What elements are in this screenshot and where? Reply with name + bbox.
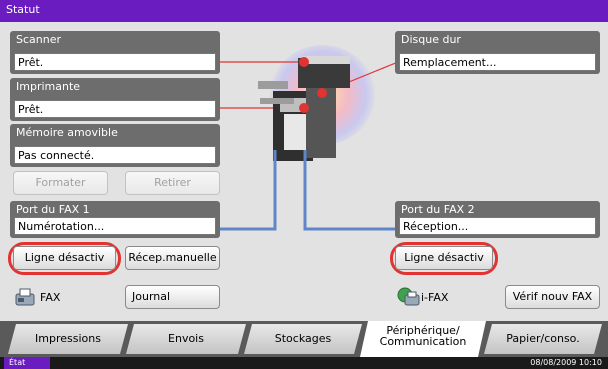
printer-device-illustration	[218, 56, 398, 161]
scanner-status: Prêt.	[14, 53, 216, 71]
fax2-line-off-button[interactable]: Ligne désactiv	[395, 246, 493, 270]
scanner-label: Scanner	[16, 33, 62, 46]
journal-button[interactable]: Journal	[125, 285, 220, 309]
memory-label: Mémoire amovible	[16, 126, 118, 139]
tab-envois-label: Envois	[168, 332, 204, 345]
ifax-icon	[397, 287, 420, 306]
remove-button[interactable]: Retirer	[125, 171, 220, 195]
date-time: 08/08/2009 10:10	[530, 358, 602, 367]
format-button[interactable]: Formater	[13, 171, 108, 195]
harddisk-label: Disque dur	[401, 33, 461, 46]
tab-impressions[interactable]: Impressions	[8, 324, 128, 354]
fax2-label: Port du FAX 2	[401, 203, 475, 216]
tab-stockages-label: Stockages	[274, 332, 332, 345]
fax1-status: Numérotation...	[14, 217, 216, 235]
verify-new-fax-button[interactable]: Vérif nouv FAX	[505, 285, 600, 309]
tab-peripherique[interactable]: Périphérique/ Communication	[360, 321, 486, 357]
memory-panel: Mémoire amovible Pas connecté.	[10, 124, 220, 167]
fax1-label: Port du FAX 1	[16, 203, 90, 216]
manual-receive-button[interactable]: Récep.manuelle	[125, 246, 220, 270]
fax1-panel: Port du FAX 1 Numérotation...	[10, 201, 220, 238]
tab-papier-label: Papier/conso.	[506, 332, 580, 345]
printer-label: Imprimante	[16, 80, 81, 93]
tab-envois[interactable]: Envois	[126, 324, 246, 354]
tab-stockages[interactable]: Stockages	[244, 324, 362, 354]
harddisk-status: Remplacement...	[399, 53, 596, 71]
printer-panel: Imprimante Prêt.	[10, 78, 220, 121]
status-screen: Statut Scanner Prêt. Imprimante Prêt. Mé…	[0, 0, 608, 369]
fax2-status: Réception...	[399, 217, 596, 235]
fax1-line-off-button[interactable]: Ligne désactiv	[13, 246, 116, 270]
harddisk-panel: Disque dur Remplacement...	[395, 31, 600, 74]
status-bar	[0, 357, 608, 369]
fax-icon	[15, 288, 35, 306]
state-label[interactable]: État	[4, 357, 50, 369]
fax2-panel: Port du FAX 2 Réception...	[395, 201, 600, 238]
tab-peripherique-label: Périphérique/ Communication	[379, 324, 467, 348]
tab-impressions-label: Impressions	[35, 332, 101, 345]
ifax-label: i-FAX	[421, 291, 449, 304]
memory-status: Pas connecté.	[14, 146, 216, 164]
fax-label: FAX	[40, 291, 61, 304]
scanner-panel: Scanner Prêt.	[10, 31, 220, 74]
printer-status: Prêt.	[14, 100, 216, 118]
tab-papier[interactable]: Papier/conso.	[484, 324, 602, 354]
page-title: Statut	[0, 0, 608, 22]
